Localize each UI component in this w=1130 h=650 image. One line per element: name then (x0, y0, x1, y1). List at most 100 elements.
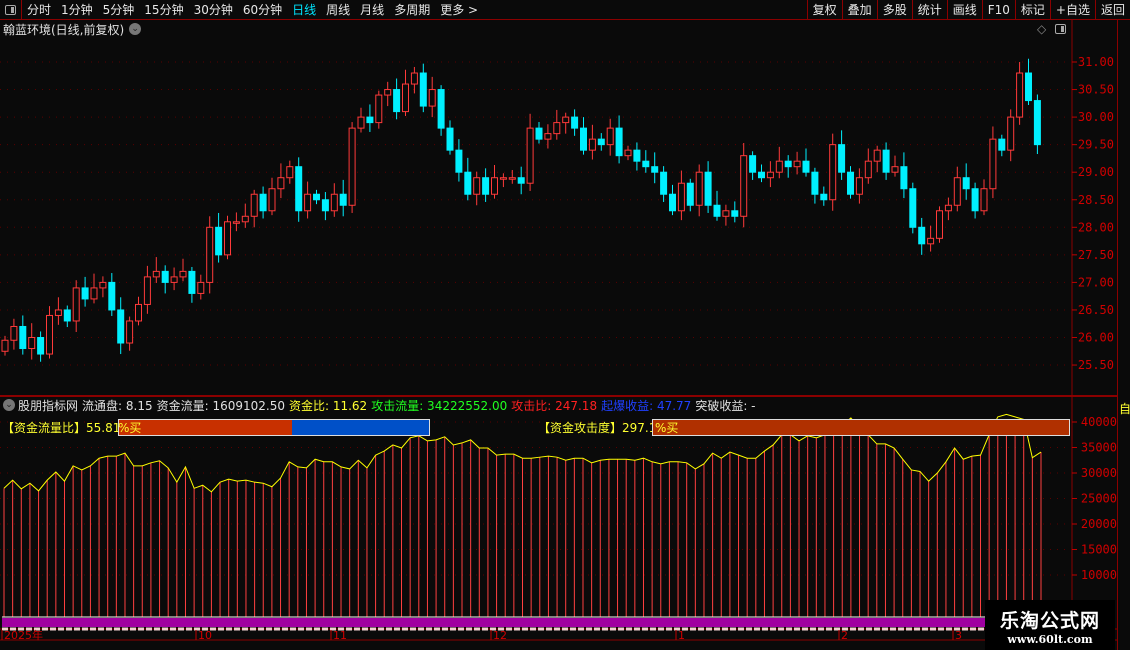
candle-body (419, 72, 427, 107)
candle-body (936, 210, 943, 239)
candle-body (909, 188, 917, 228)
candle-body (63, 309, 71, 322)
price-tick-label: 26.00 (1078, 331, 1114, 345)
candle-body (224, 221, 231, 256)
candle-body (277, 177, 285, 190)
price-tick-label: 27.50 (1078, 248, 1114, 262)
candle-body (535, 127, 543, 140)
candle-body (784, 160, 792, 168)
candle-body (775, 160, 783, 173)
candle-body (482, 177, 490, 195)
candle-body (1, 339, 9, 352)
candle-body (998, 138, 1006, 151)
candle-body (580, 127, 587, 151)
candle-body (713, 204, 721, 217)
indicator-tick-label: 35000 (1081, 441, 1117, 455)
candle-body (339, 193, 347, 206)
candle-body (1033, 100, 1041, 146)
candle-body (597, 138, 605, 146)
flow-ratio-unit: %买 (118, 421, 142, 435)
candle-body (1016, 72, 1024, 118)
price-tick-label: 31.00 (1078, 55, 1114, 69)
candle-body (250, 193, 258, 217)
candle-body (829, 144, 837, 201)
candle-body (740, 155, 748, 217)
price-tick-label: 30.00 (1078, 110, 1114, 124)
attack-unit: %买 (655, 421, 679, 435)
candle-body (695, 171, 703, 206)
date-label: 11 (333, 629, 347, 642)
candle-body (402, 83, 409, 113)
candle-body (962, 177, 970, 190)
candle-body (393, 89, 401, 113)
candle-body (669, 193, 676, 212)
candle-body (624, 149, 632, 157)
candle-body (989, 138, 997, 190)
candle-body (526, 127, 534, 184)
candle-body (766, 171, 774, 179)
price-tick-label: 30.50 (1078, 83, 1114, 97)
attack-bar (652, 419, 1070, 436)
candle-body (873, 149, 881, 162)
chart-canvas[interactable]: 31.00 30.50 30.00 29.50 29.00 28.50 28.00 27.50… (0, 0, 1117, 650)
candle-body (508, 177, 516, 180)
candle-body (384, 89, 392, 96)
candle-body (206, 226, 214, 283)
candle-body (19, 325, 27, 350)
candle-body (677, 182, 685, 212)
candle-body (704, 171, 712, 206)
volume-band (2, 618, 1042, 627)
price-tick-label: 28.00 (1078, 220, 1114, 234)
candle-body (321, 199, 329, 212)
candle-body (473, 177, 481, 195)
date-label: 1 (678, 629, 685, 642)
candle-body (491, 177, 498, 195)
candle-body (464, 171, 472, 195)
candle-body (820, 193, 828, 201)
candle-body (357, 116, 365, 129)
candle-body (847, 171, 854, 195)
indicator-tick-label: 20000 (1081, 517, 1117, 531)
flow-ratio-label: 【资金流量比】55.81 (2, 421, 121, 435)
candle-body (170, 276, 178, 283)
candle-body (749, 155, 757, 173)
candle-body (588, 138, 596, 151)
flow-ratio-bar (118, 419, 430, 436)
candle-body (215, 226, 223, 256)
indicator-tick-label: 10000 (1081, 568, 1117, 582)
candle-body (330, 193, 338, 212)
indicator-tick-label: 40000 (1081, 415, 1117, 429)
candle-body (375, 94, 383, 124)
sell-portion (292, 420, 429, 435)
candle-body (437, 89, 445, 129)
candle-body (90, 287, 98, 300)
candle-body (313, 193, 320, 201)
indicator-tick-label: 25000 (1081, 492, 1117, 506)
candle-body (72, 287, 80, 322)
date-label: 3 (955, 629, 962, 642)
indicator-name: 股朋指标网 (18, 398, 79, 413)
candle-body (891, 166, 899, 173)
candle-body (793, 160, 801, 168)
candle-body (918, 226, 926, 245)
candle-body (99, 281, 107, 289)
candle-body (722, 210, 730, 217)
watermark-name: 乐淘公式网 (999, 610, 1100, 632)
candle-body (517, 177, 525, 184)
candle-body (126, 320, 134, 344)
attack-label: 【资金攻击度】297.18 (538, 421, 664, 435)
candle-body (37, 337, 45, 355)
price-tick-label: 26.50 (1078, 303, 1114, 317)
candle-body (544, 133, 552, 140)
candle-body (971, 188, 979, 212)
candle-body (152, 270, 160, 278)
candle-body (259, 193, 267, 212)
candle-body (28, 337, 36, 350)
candle-body (571, 116, 579, 129)
indicator-header: ⌄ 股朋指标网 流通盘: 8.15 资金流量: 1609102.50 资金比: 11… (0, 398, 760, 413)
chevron-down-icon[interactable]: ⌄ (3, 399, 15, 411)
price-tick-label: 28.50 (1078, 193, 1114, 207)
price-tick-label: 29.00 (1078, 165, 1114, 179)
watermark: 乐淘公式网 www.60lt.com (985, 600, 1115, 650)
date-label: 12 (493, 629, 507, 642)
